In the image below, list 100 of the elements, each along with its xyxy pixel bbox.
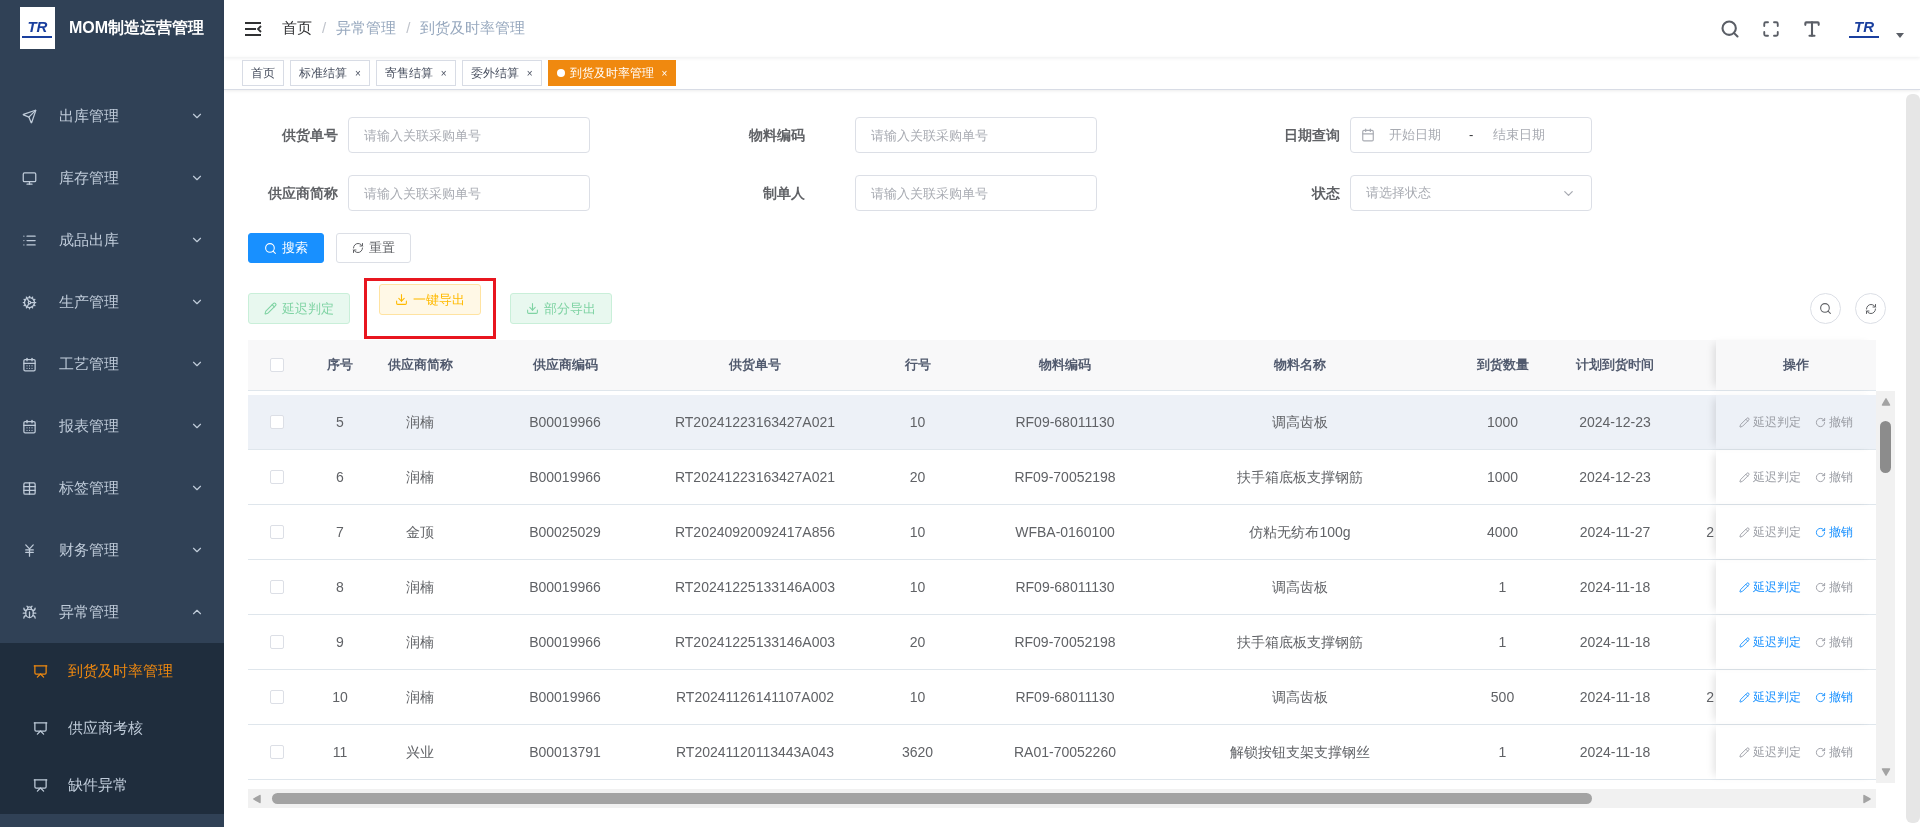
company-logo: TR (1844, 15, 1884, 42)
row-checkbox[interactable] (269, 525, 284, 539)
table-row[interactable]: 8 润楠 B00019966 RT20241225133146A003 10 RF09-68011130 调高齿板 1 2024-11-18 延迟判定 撤销 (248, 560, 1876, 615)
column-header: 物料名称 (1274, 356, 1326, 375)
table-row[interactable]: 11 兴业 B00013791 RT20241120113443A043 3620 RA01-70052260 解锁按钮支架支撑钢丝 1 2024-11-18 延迟判定 撤销 (248, 725, 1876, 780)
sidebar-menu-item[interactable]: 库存管理 (0, 147, 224, 209)
sidebar-menu-item[interactable]: 财务管理 (0, 519, 224, 581)
row-checkbox[interactable] (269, 635, 284, 649)
table-cell-text: 1 (1498, 577, 1507, 597)
sidebar-menu-item[interactable]: 标签管理 (0, 457, 224, 519)
page-tab[interactable]: 委外结算 × (461, 60, 542, 86)
text-input[interactable]: 请输入关联采购单号 (348, 175, 590, 211)
table-cell-text: 5 (336, 412, 344, 432)
filter-label: 物料编码 (747, 125, 806, 145)
table-cell-text: 11 (332, 742, 348, 762)
column-header: 供应商编码 (532, 356, 598, 375)
row-checkbox[interactable] (269, 470, 284, 484)
text-input[interactable]: 请输入关联采购单号 (855, 117, 1097, 153)
caret-down-icon[interactable] (1896, 33, 1904, 38)
table-cell-text: 2024-11-18 (1579, 742, 1651, 762)
scroll-up-icon[interactable] (1880, 397, 1891, 407)
page-tab[interactable]: 寄售结算 × (375, 60, 456, 86)
table-cell-text: 3620 (901, 742, 934, 762)
table-cell-text: 9 (336, 632, 344, 652)
table-cell-text: 润楠 (406, 632, 434, 652)
table-cell-text: 调高齿板 (1272, 412, 1328, 432)
pencil-icon (264, 302, 277, 315)
sidebar-menu-item[interactable]: 出库管理 (0, 85, 224, 147)
tab-close-button[interactable]: × (355, 65, 361, 81)
column-header: 计划到货时间 (1576, 356, 1654, 375)
scrollbar-thumb[interactable] (1880, 421, 1891, 473)
breadcrumb-separator: / (322, 18, 327, 39)
table-cell-text: RT20241223163427A021 (674, 467, 836, 487)
sidebar-submenu-item[interactable]: 到货及时率管理 (0, 643, 224, 700)
row-action-link[interactable]: 撤销 (1815, 523, 1853, 541)
sidebar-menu-item[interactable]: 工艺管理 (0, 333, 224, 395)
row-action-link[interactable]: 撤销 (1815, 688, 1853, 706)
column-header: 供货单号 (729, 356, 781, 375)
table-row[interactable]: 5 润楠 B00019966 RT20241223163427A021 10 RF09-68011130 调高齿板 1000 2024-12-23 延迟判定 撤销 (248, 395, 1876, 450)
pencil-icon (1739, 526, 1750, 538)
table-cell-text: 润楠 (406, 687, 434, 707)
table-cell-text: 6 (336, 467, 344, 487)
table-cell-text: RT20241225133146A003 (674, 577, 836, 597)
text-input[interactable]: 请输入关联采购单号 (855, 175, 1097, 211)
rotate-icon (1815, 416, 1826, 428)
fullscreen-icon[interactable] (1762, 19, 1780, 38)
table-row[interactable]: 10 润楠 B00019966 RT20241126141107A002 10 RF09-68011130 调高齿板 500 2024-11-18 2 延迟判定 撤销 (248, 670, 1876, 725)
table-row[interactable]: 9 润楠 B00019966 RT20241225133146A003 20 RF09-70052198 扶手箱底板支撑钢筋 1 2024-11-18 延迟判定 撤销 (248, 615, 1876, 670)
column-header: 到货数量 (1476, 356, 1529, 375)
row-checkbox[interactable] (269, 745, 284, 759)
filter-label: 供应商简称 (267, 183, 339, 203)
row-checkbox[interactable] (269, 690, 284, 704)
row-action-link[interactable]: 延迟判定 (1739, 578, 1801, 596)
sidebar-submenu-item[interactable]: 供应商考核 (0, 700, 224, 757)
page-tab[interactable]: 首页 (242, 60, 284, 86)
pencil-icon (1739, 581, 1750, 593)
row-action-link[interactable]: 延迟判定 (1739, 688, 1801, 706)
date-range-input[interactable]: 开始日期 - 结束日期 (1350, 117, 1592, 153)
sidebar-menu-item[interactable]: 成品出库 (0, 209, 224, 271)
vertical-scrollbar[interactable] (1876, 391, 1895, 783)
menu-fold-icon[interactable] (244, 21, 262, 36)
table-cell-text: B00019966 (529, 687, 601, 707)
table-cell-text: RT20241225133146A003 (674, 632, 836, 652)
sidebar-submenu-item[interactable]: 缺件异常 (0, 757, 224, 814)
font-size-icon[interactable] (1802, 18, 1822, 39)
sidebar-menu-item[interactable]: 异常管理 (0, 581, 224, 643)
table-row[interactable]: 7 金顶 B00025029 RT20240920092417A856 10 WFBA-0160100 仿粘无纺布100g 4000 2024-11-27 2 延迟判定 撤销 (248, 505, 1876, 560)
tab-close-button[interactable]: × (440, 65, 447, 81)
filter-label: 供货单号 (281, 125, 339, 145)
page-scrollbar[interactable] (1906, 94, 1920, 823)
scroll-down-icon[interactable] (1880, 767, 1891, 777)
row-checkbox[interactable] (269, 580, 284, 594)
horizontal-scrollbar[interactable] (248, 789, 1876, 808)
table-cell-text: 20 (909, 632, 926, 652)
row-checkbox[interactable] (269, 415, 284, 429)
monitor-chart-icon (33, 664, 48, 679)
scrollbar-thumb[interactable] (272, 793, 1592, 804)
table-cell-text: RA01-70052260 (1014, 742, 1116, 762)
app-title: MOM制造运营管理 (68, 18, 204, 38)
table-cell-text: 润楠 (406, 467, 434, 487)
tab-close-button[interactable]: × (526, 65, 533, 81)
page-tab[interactable]: 标准结算 × (290, 60, 370, 86)
sidebar-menu-item[interactable]: 报表管理 (0, 395, 224, 457)
rotate-icon (1815, 471, 1826, 483)
table-row[interactable]: 6 润楠 B00019966 RT20241223163427A021 20 RF09-70052198 扶手箱底板支撑钢筋 1000 2024-12-23 延迟判定 撤销 (248, 450, 1876, 505)
text-input[interactable]: 请输入关联采购单号 (348, 117, 590, 153)
reset-button[interactable]: 重置 (336, 233, 411, 263)
table-cell-text: 10 (909, 412, 926, 432)
table-cell-text: RT20241223163427A021 (674, 412, 836, 432)
scroll-left-icon[interactable] (252, 793, 262, 804)
scroll-right-icon[interactable] (1862, 793, 1872, 804)
table-cell-text: 调高齿板 (1272, 577, 1328, 597)
sidebar-menu-item[interactable]: 生产管理 (0, 271, 224, 333)
table-cell-text: 7 (336, 522, 344, 542)
filter-label: 日期查询 (1283, 125, 1341, 145)
search-icon[interactable] (1720, 18, 1740, 39)
table-cell-text: B00019966 (529, 412, 601, 432)
header-checkbox[interactable] (269, 358, 284, 372)
breadcrumb-item[interactable]: 首页 (282, 17, 312, 40)
row-action-link[interactable]: 延迟判定 (1739, 633, 1801, 651)
